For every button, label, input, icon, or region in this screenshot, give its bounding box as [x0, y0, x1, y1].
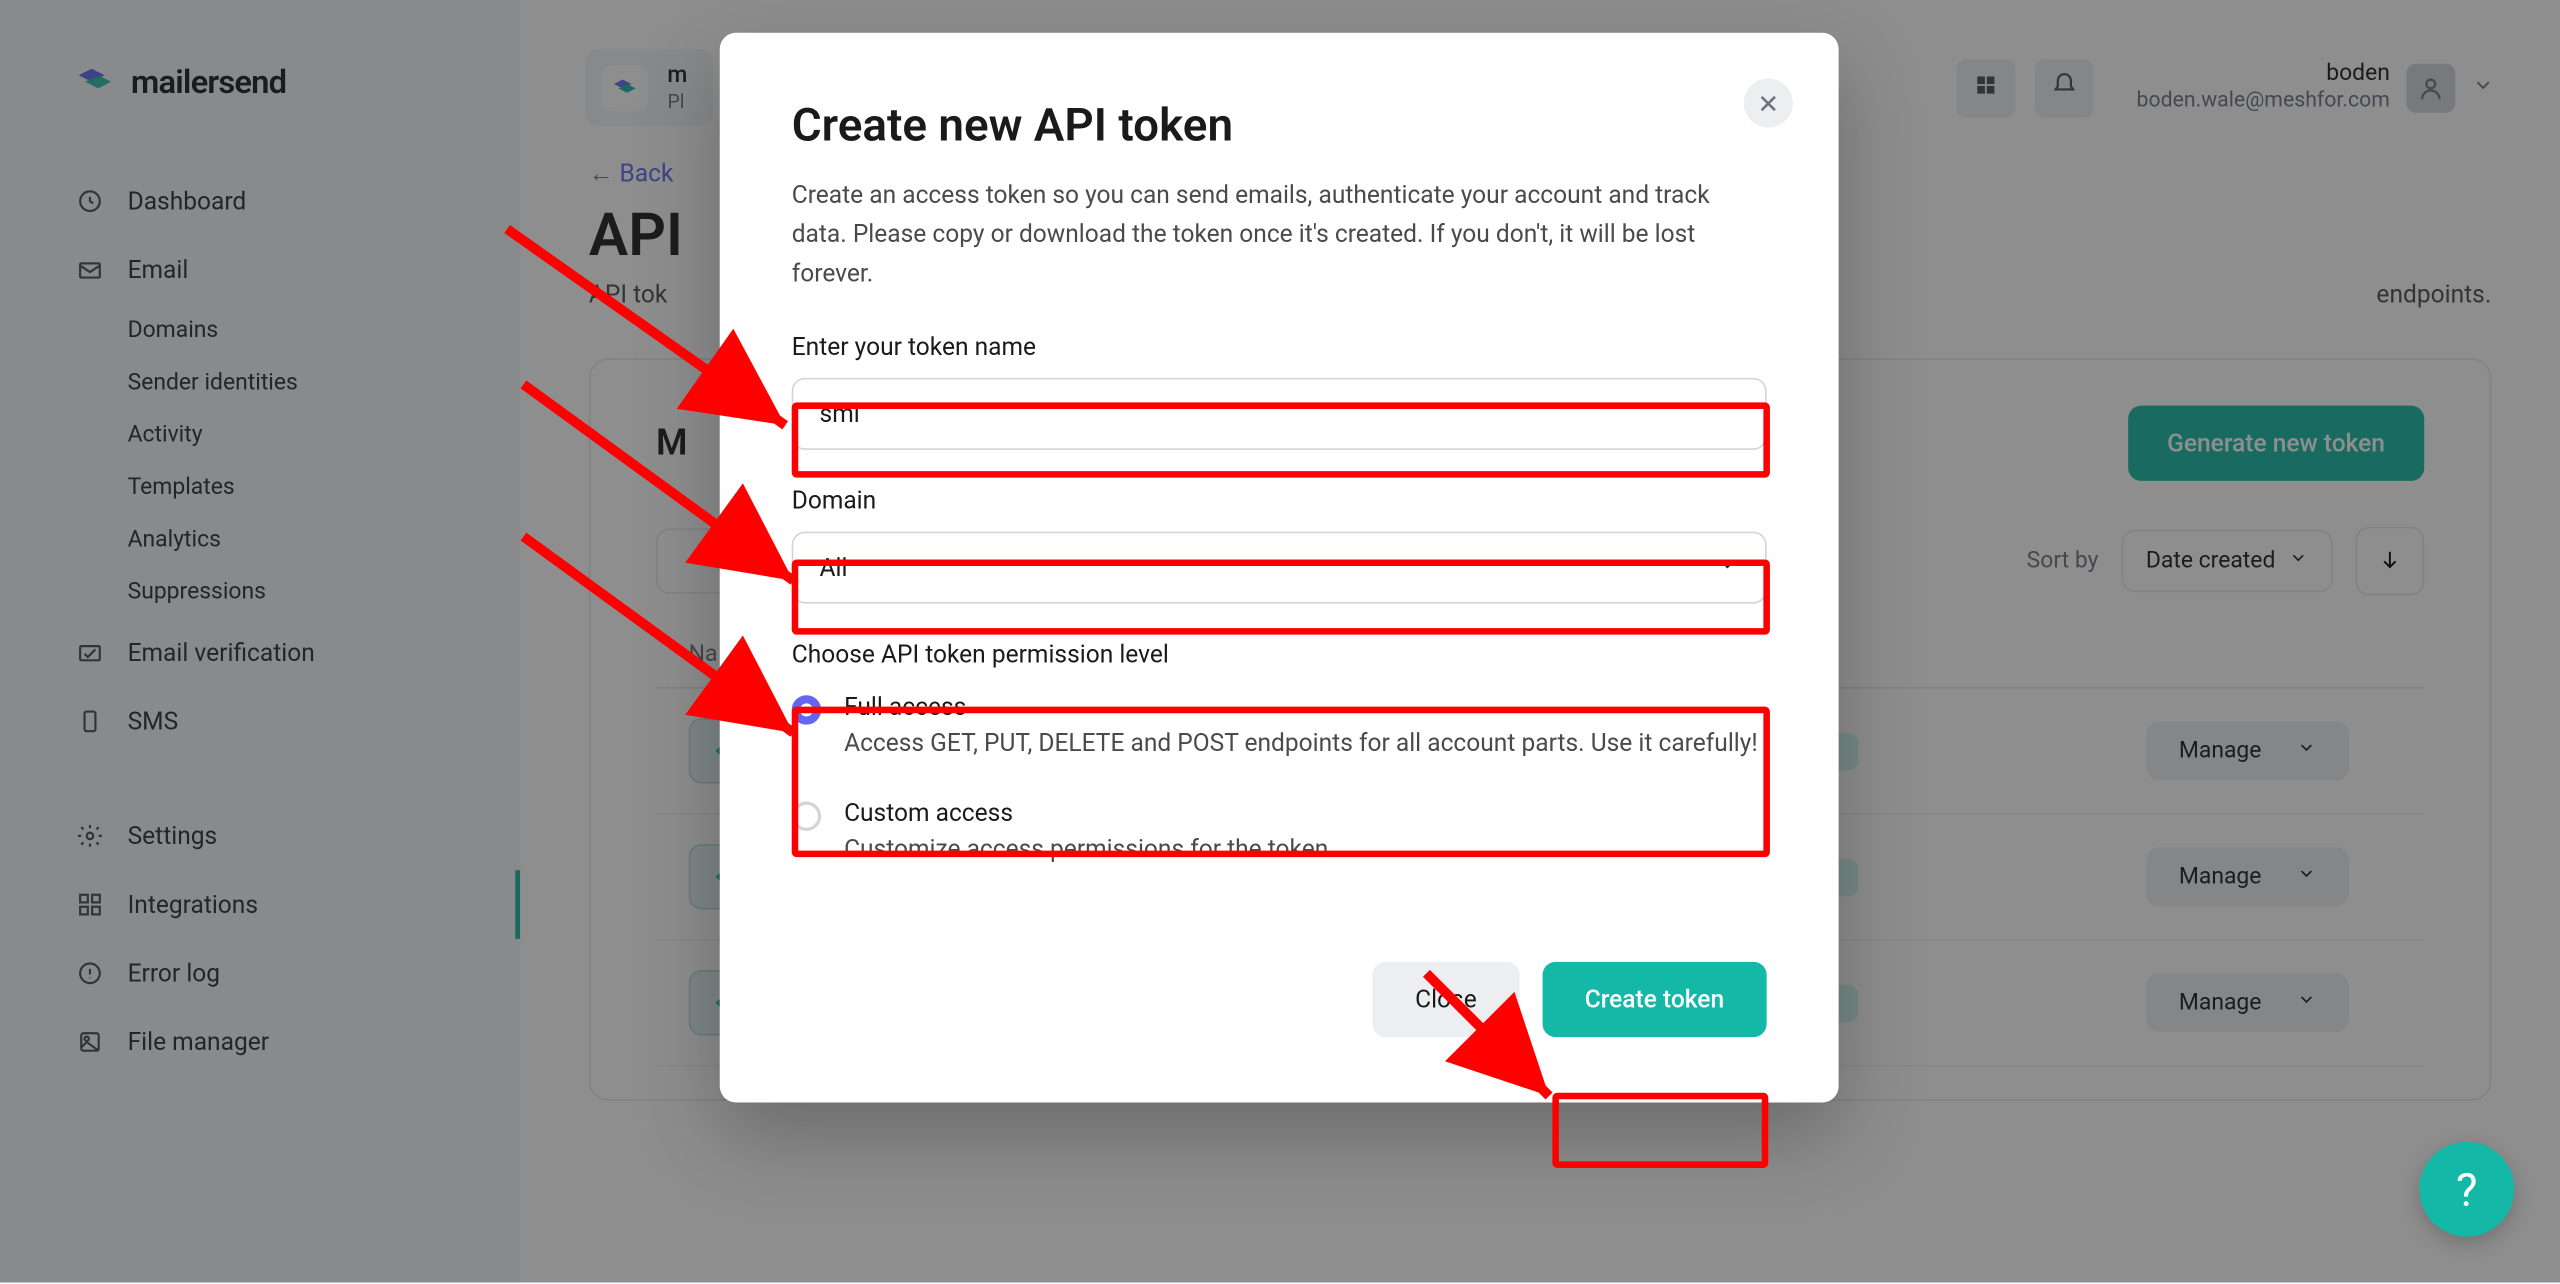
close-button[interactable]: Close [1373, 962, 1520, 1037]
radio-description: Customize access permissions for the tok… [844, 830, 1335, 867]
domain-select[interactable]: All [792, 532, 1767, 604]
radio-title: Full access [844, 692, 1758, 721]
domain-label: Domain [792, 486, 1767, 515]
radio-custom-access[interactable]: Custom access Customize access permissio… [792, 791, 1767, 897]
modal-close-button[interactable]: ✕ [1744, 79, 1793, 128]
token-name-label: Enter your token name [792, 332, 1767, 361]
domain-select-value: All [820, 553, 848, 582]
create-token-button[interactable]: Create token [1542, 962, 1766, 1037]
create-token-modal: ✕ Create new API token Create an access … [720, 33, 1839, 1103]
radio-selected-icon [792, 695, 821, 724]
permission-label: Choose API token permission level [792, 640, 1767, 669]
radio-unselected-icon [792, 801, 821, 830]
close-icon: ✕ [1757, 88, 1779, 119]
radio-title: Custom access [844, 797, 1335, 826]
chevron-down-icon [1716, 553, 1739, 582]
modal-description: Create an access token so you can send e… [792, 175, 1767, 293]
help-button[interactable]: ? [2419, 1142, 2514, 1237]
radio-description: Access GET, PUT, DELETE and POST endpoin… [844, 725, 1758, 762]
radio-full-access[interactable]: Full access Access GET, PUT, DELETE and … [792, 685, 1767, 791]
modal-title: Create new API token [792, 98, 1767, 152]
token-name-input[interactable] [792, 378, 1767, 450]
